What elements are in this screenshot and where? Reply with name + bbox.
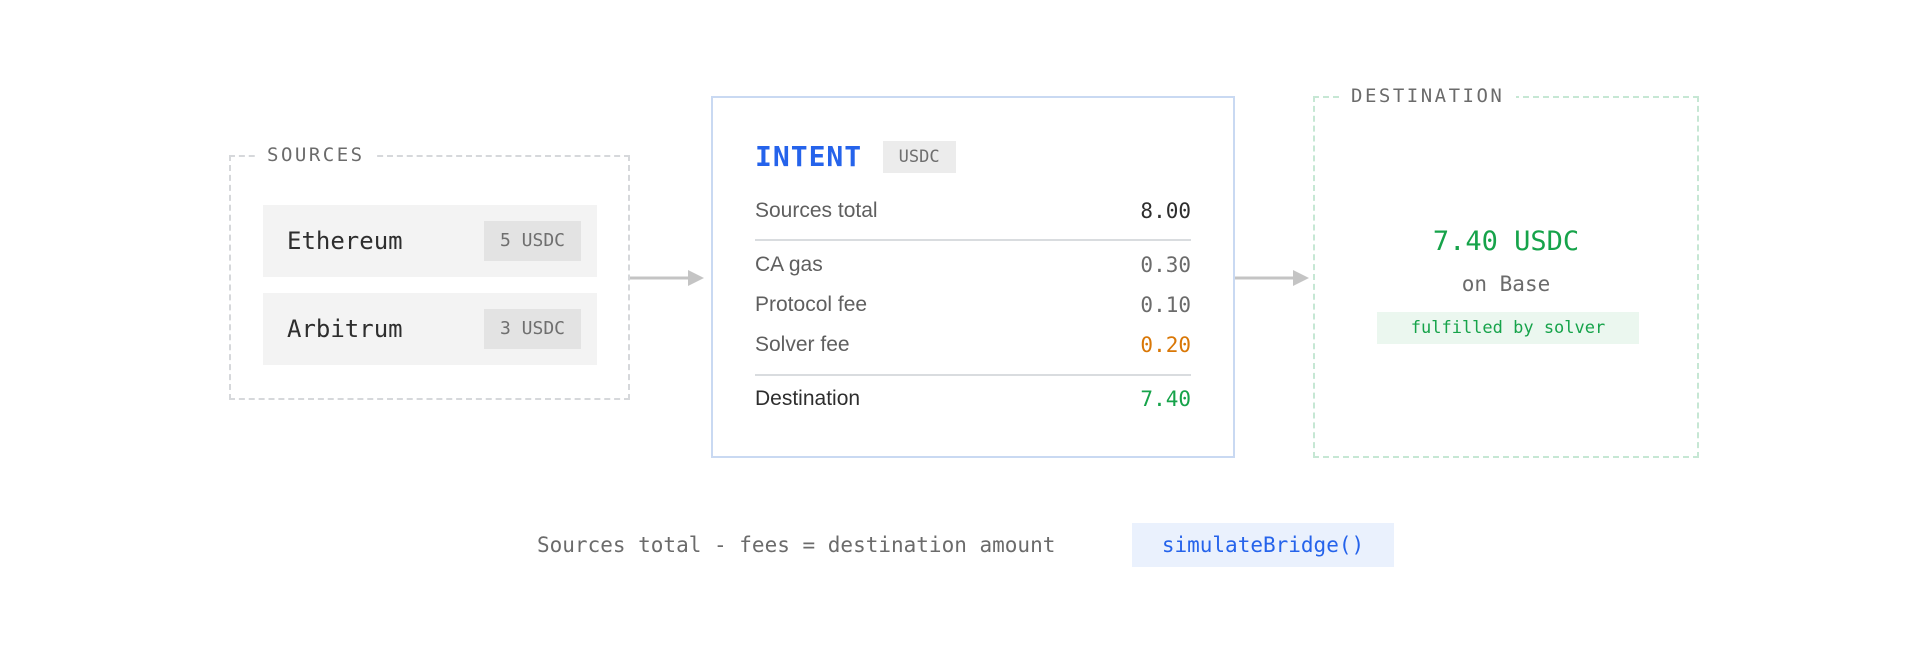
divider [755,239,1191,241]
source-chain-name: Arbitrum [287,315,403,343]
intent-card: INTENT USDC Sources total 8.00 CA gas 0.… [711,96,1235,458]
source-card-arbitrum: Arbitrum 3 USDC [263,293,597,365]
row-label: Destination [755,387,861,410]
destination-amount: 7.40 USDC [1432,226,1580,257]
source-amount-badge: 3 USDC [483,309,581,349]
arrow-right-icon [1235,270,1309,286]
row-label: Protocol fee [755,293,868,316]
arrow-right-icon [630,270,704,286]
formula-text: Sources total - fees = destination amoun… [537,533,1056,557]
row-value: 0.20 [1140,333,1191,357]
row-solver-fee: Solver fee 0.20 [755,330,1191,360]
intent-token-badge: USDC [882,140,956,173]
row-value: 8.00 [1140,199,1191,223]
destination-group: DESTINATION 7.40 USDC on Base fulfilled … [1313,83,1699,458]
divider [755,374,1191,376]
destination-chain: on Base [1461,272,1551,296]
function-chip: simulateBridge() [1132,523,1394,567]
row-value: 0.30 [1140,253,1191,277]
destination-title: DESTINATION [1339,83,1517,109]
row-value: 0.10 [1140,293,1191,317]
row-label: CA gas [755,253,823,276]
intent-title: INTENT [755,140,863,173]
sources-group: SOURCES Ethereum 5 USDC Arbitrum 3 USDC [229,142,630,400]
row-value: 7.40 [1140,387,1191,411]
row-label: Sources total [755,199,878,222]
row-sources-total: Sources total 8.00 [755,196,1191,226]
row-destination: Destination 7.40 [755,384,1191,414]
source-card-ethereum: Ethereum 5 USDC [263,205,597,277]
intent-header: INTENT USDC [755,140,956,173]
fulfilled-badge: fulfilled by solver [1377,312,1639,344]
row-label: Solver fee [755,333,850,356]
source-amount-badge: 5 USDC [483,221,581,261]
sources-title: SOURCES [255,142,377,168]
source-chain-name: Ethereum [287,227,403,255]
row-ca-gas: CA gas 0.30 [755,250,1191,280]
row-protocol-fee: Protocol fee 0.10 [755,290,1191,320]
